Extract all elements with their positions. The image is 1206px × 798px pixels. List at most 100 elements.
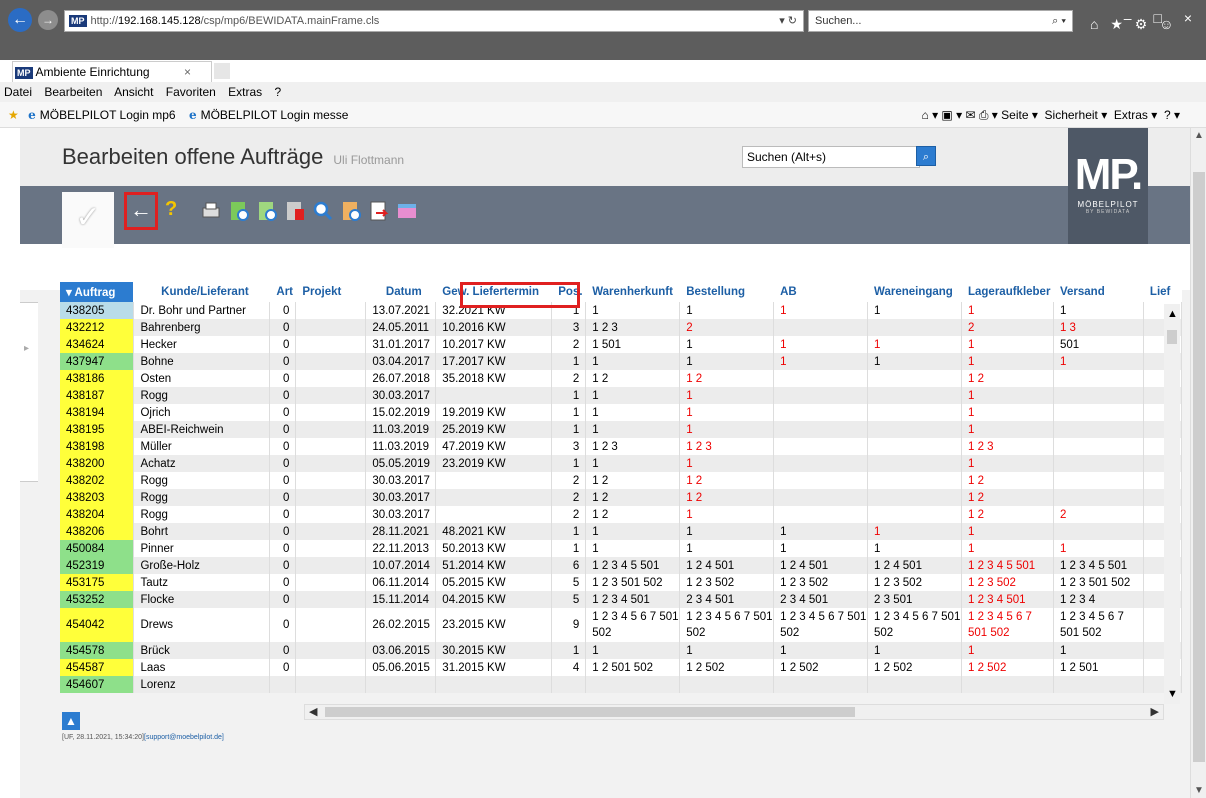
col-projekt[interactable]: Projekt — [295, 282, 367, 302]
grid-hscrollbar[interactable]: ◀ ▶ — [304, 704, 1164, 720]
col-kunde[interactable]: Kunde/Lieferant — [133, 282, 271, 302]
close-icon[interactable]: × — [184, 62, 191, 82]
table-row[interactable]: 453252 Flocke 0 15.11.2014 04.2015 KW 5 1 2 3 … — [60, 591, 1182, 608]
grid-scrollbar[interactable]: ▲ ▼ — [1164, 304, 1180, 704]
order-search-icon[interactable] — [340, 200, 362, 222]
cell-auftrag[interactable]: 434624 — [60, 336, 135, 353]
cell-auftrag[interactable]: 438194 — [60, 404, 135, 421]
document-search-green-icon[interactable] — [228, 200, 250, 222]
cell-auftrag[interactable]: 454042 — [60, 608, 135, 642]
cell-auftrag[interactable]: 454607 — [60, 676, 135, 693]
table-row[interactable]: 438187 Rogg 0 30.03.2017 1 1 1 1 — [60, 387, 1182, 404]
table-row[interactable]: 432212 Bahrenberg 0 24.05.2011 10.2016 KW 3 1 … — [60, 319, 1182, 336]
table-edit-icon[interactable] — [396, 200, 418, 222]
cell-auftrag[interactable]: 438202 — [60, 472, 135, 489]
table-row[interactable]: 452319 Große-Holz 0 10.07.2014 51.2014 KW 6 1 … — [60, 557, 1182, 574]
table-row[interactable]: 450084 Pinner 0 22.11.2013 50.2013 KW 1 1 1 1 1 1 1 — [60, 540, 1182, 557]
cell-auftrag[interactable]: 454578 — [60, 642, 135, 659]
back-button[interactable]: ← — [124, 192, 158, 230]
cell-auftrag[interactable]: 438200 — [60, 455, 135, 472]
magnifier-icon[interactable] — [312, 200, 334, 222]
window-controls[interactable]: – □ × — [1124, 10, 1192, 26]
confirm-check-button[interactable]: ✓ — [62, 192, 114, 248]
cell-auftrag[interactable]: 432212 — [60, 319, 135, 336]
page-menu[interactable]: Seite ▾ — [1001, 108, 1038, 122]
col-bestellung[interactable]: Bestellung — [679, 282, 775, 302]
cell-auftrag[interactable]: 454587 — [60, 659, 135, 676]
favorites-star-icon[interactable]: ★ — [8, 108, 19, 122]
address-bar[interactable]: MP http://192.168.145.128/csp/mp6/BEWIDAT… — [64, 10, 804, 32]
grid-hscrollbar-thumb[interactable] — [325, 707, 855, 717]
document-alert-icon[interactable] — [284, 200, 306, 222]
table-row[interactable]: 438200 Achatz 0 05.05.2019 23.2019 KW 1 1 1 1 — [60, 455, 1182, 472]
grid-scrollbar-thumb[interactable] — [1167, 330, 1177, 344]
cell-auftrag[interactable]: 450084 — [60, 540, 135, 557]
menu-ansicht[interactable]: Ansicht — [114, 85, 153, 99]
support-email-link[interactable]: [support@moebelpilot.de] — [144, 734, 224, 741]
col-ab[interactable]: AB — [773, 282, 869, 302]
col-datum[interactable]: Datum — [365, 282, 437, 302]
table-row[interactable]: 438206 Bohrt 0 28.11.2021 48.2021 KW 1 1 1 1 1 1 — [60, 523, 1182, 540]
scroll-top-button[interactable]: ▲ — [62, 712, 80, 730]
col-lageraufkleber[interactable]: Lageraufkleber — [961, 282, 1054, 302]
back-arrow-icon[interactable]: ← — [8, 8, 32, 32]
table-row[interactable]: 454607 Lorenz — [60, 676, 1182, 693]
forward-arrow-icon[interactable]: → — [38, 10, 58, 30]
page-scrollbar[interactable]: ▲ ▼ — [1190, 128, 1206, 798]
menu-help[interactable]: ? — [275, 85, 282, 99]
table-row[interactable]: 438195 ABEI-Reichwein 0 11.03.2019 25.2019 K… — [60, 421, 1182, 438]
table-row[interactable]: 438204 Rogg 0 30.03.2017 2 1 211 22 — [60, 506, 1182, 523]
cell-auftrag[interactable]: 452319 — [60, 557, 135, 574]
table-row[interactable]: 454578 Brück 0 03.06.2015 30.2015 KW 1 1 1 1 1 1 1 — [60, 642, 1182, 659]
table-row[interactable]: 453175 Tautz 0 06.11.2014 05.2015 KW 5 1 2 3 5… — [60, 574, 1182, 591]
cell-auftrag[interactable]: 438206 — [60, 523, 135, 540]
table-row[interactable]: 438198 Müller 0 11.03.2019 47.2019 KW 3 1 2 31… — [60, 438, 1182, 455]
help-icon[interactable]: ? ▾ — [1164, 108, 1180, 122]
table-row[interactable]: 438194 Ojrich 0 15.02.2019 19.2019 KW 1 1 1 1 — [60, 404, 1182, 421]
grid-scroll-down-icon[interactable]: ▼ — [1167, 688, 1178, 700]
cell-auftrag[interactable]: 437947 — [60, 353, 135, 370]
cell-auftrag[interactable]: 453175 — [60, 574, 135, 591]
grid-scroll-up-icon[interactable]: ▲ — [1167, 308, 1178, 320]
col-wareneingang[interactable]: Wareneingang — [867, 282, 962, 302]
cell-auftrag[interactable]: 438205 — [60, 302, 135, 319]
cell-auftrag[interactable]: 453252 — [60, 591, 135, 608]
table-row[interactable]: 437947 Bohne 0 03.04.2017 17.2017 KW 1 1 1 1 1 1 1 — [60, 353, 1182, 370]
fav-login-messe[interactable]: MÖBELPILOT Login messe — [189, 108, 348, 122]
col-versand[interactable]: Versand — [1053, 282, 1144, 302]
table-row[interactable]: 454042 Drews 0 26.02.2015 23.2015 KW 9 1 2 3 4… — [60, 608, 1182, 642]
scroll-down-icon[interactable]: ▼ — [1191, 785, 1206, 796]
help-question-icon[interactable]: ? — [165, 198, 177, 221]
cell-auftrag[interactable]: 438204 — [60, 506, 135, 523]
menu-datei[interactable]: Datei — [4, 85, 32, 99]
col-lief[interactable]: Lief — [1143, 282, 1182, 302]
home-icon[interactable]: ⌂ ▾ ▣ ▾ ✉ ⎙ ▾ — [921, 108, 1001, 122]
scroll-left-icon[interactable]: ◀ — [309, 705, 317, 719]
app-search-button[interactable]: ⌕ — [916, 146, 936, 166]
col-pos[interactable]: Pos. — [551, 282, 587, 302]
refresh-icon[interactable]: ▾ ↻ — [779, 11, 797, 31]
security-menu[interactable]: Sicherheit ▾ — [1045, 108, 1108, 122]
col-warenherkunft[interactable]: Warenherkunft — [585, 282, 681, 302]
table-row[interactable]: 438186 Osten 0 26.07.2018 35.2018 KW 2 1 21 21… — [60, 370, 1182, 387]
search-icon[interactable]: ⌕ ▾ — [1052, 11, 1066, 31]
browser-search-input[interactable]: Suchen... ⌕ ▾ — [808, 10, 1073, 32]
menu-favoriten[interactable]: Favoriten — [166, 85, 216, 99]
cell-auftrag[interactable]: 438198 — [60, 438, 135, 455]
fav-login-mp6[interactable]: MÖBELPILOT Login mp6 — [28, 108, 175, 122]
table-row[interactable]: 438205 Dr. Bohr und Partner 0 13.07.2021 32.… — [60, 302, 1182, 319]
page-scrollbar-thumb[interactable] — [1193, 172, 1205, 762]
cell-auftrag[interactable]: 438186 — [60, 370, 135, 387]
new-tab-icon[interactable] — [214, 63, 230, 79]
table-row[interactable]: 454587 Laas 0 05.06.2015 31.2015 KW 4 1 2 501 … — [60, 659, 1182, 676]
table-row[interactable]: 434624 Hecker 0 31.01.2017 10.2017 KW 2 1 501 1… — [60, 336, 1182, 353]
tab-ambiente[interactable]: MP Ambiente Einrichtung × — [12, 61, 212, 82]
table-row[interactable]: 438203 Rogg 0 30.03.2017 2 1 21 21 2 — [60, 489, 1182, 506]
col-art[interactable]: Art — [269, 282, 297, 302]
print-icon[interactable] — [200, 200, 222, 222]
document-search-icon[interactable] — [256, 200, 278, 222]
menu-extras[interactable]: Extras — [228, 85, 262, 99]
table-row[interactable]: 438202 Rogg 0 30.03.2017 2 1 21 21 2 — [60, 472, 1182, 489]
cell-auftrag[interactable]: 438187 — [60, 387, 135, 404]
document-export-icon[interactable] — [368, 200, 390, 222]
